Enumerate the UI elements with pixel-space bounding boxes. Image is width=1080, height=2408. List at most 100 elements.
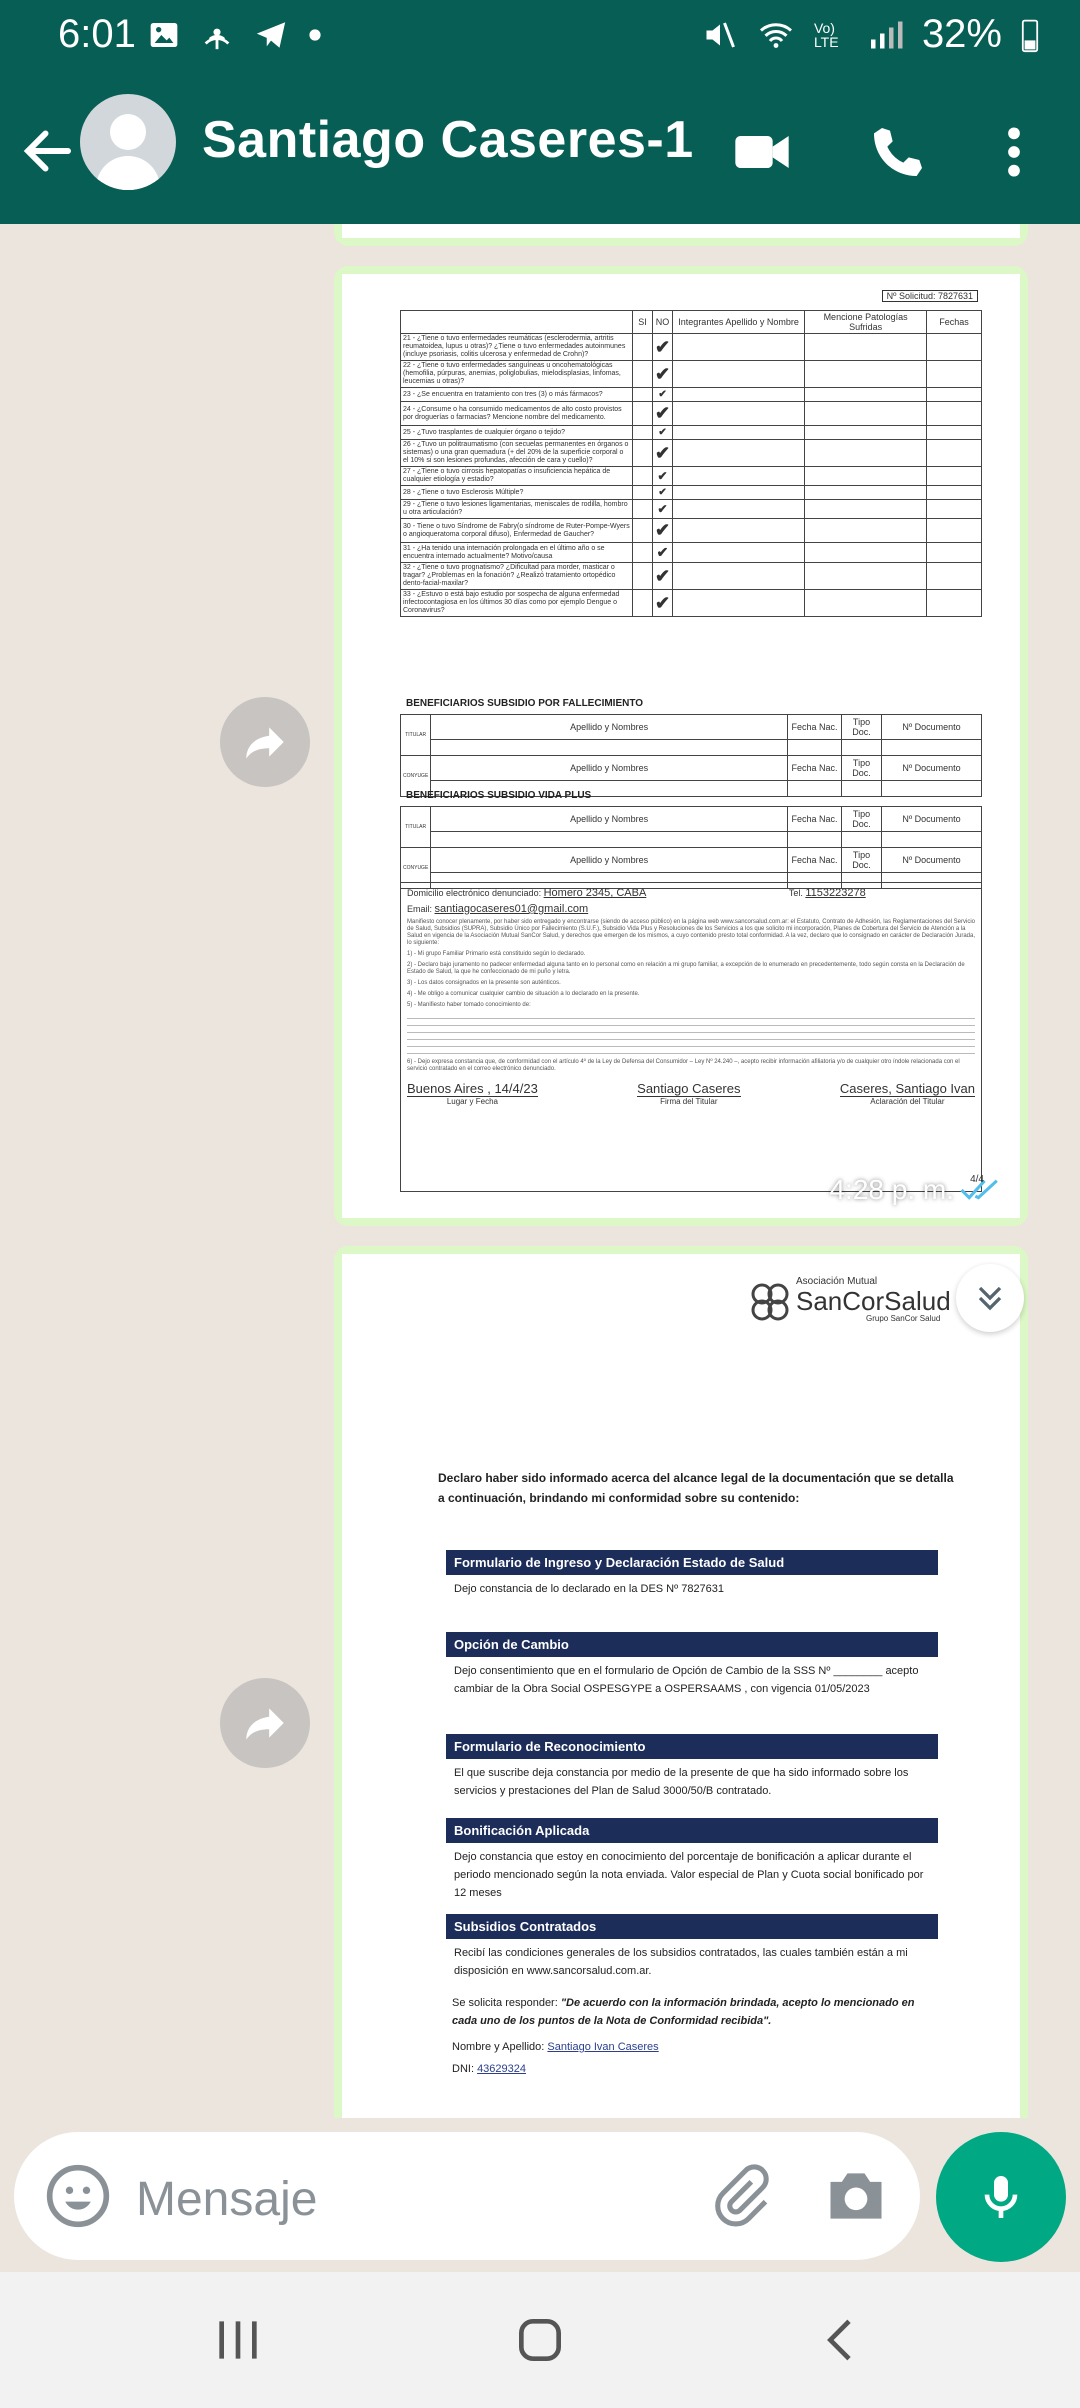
question-text: 25 - ¿Tuvo trasplantes de cualquier órga…	[400, 425, 633, 440]
form-block: Opción de Cambio Dejo consentimiento que…	[446, 1632, 938, 1703]
table-cell: Tipo Doc.	[841, 714, 882, 740]
status-time: 6:01	[58, 12, 136, 56]
tel-label: Tel.	[788, 888, 803, 898]
aclaracion-value: Caseres, Santiago Ivan	[839, 1081, 975, 1096]
contact-avatar[interactable]	[80, 94, 176, 190]
table-cell: Tipo Doc.	[841, 806, 882, 832]
home-icon[interactable]	[512, 2312, 568, 2368]
fine-print-filler	[407, 1013, 975, 1055]
health-declaration-page: Nº Solicitud: 7827631 SI NO Integrantes …	[396, 282, 986, 1192]
camera-icon[interactable]	[822, 2162, 890, 2230]
firma-value: Santiago Caseres	[637, 1081, 741, 1096]
side-label: TITULAR	[399, 714, 432, 756]
forward-button[interactable]	[220, 697, 310, 787]
gallery-icon	[150, 23, 178, 47]
volte-label: Vo) LTE	[813, 19, 839, 50]
table-row	[401, 739, 982, 756]
previous-image[interactable]	[342, 224, 1020, 238]
declaration-fine-print: Manifiesto conocer plenamente, por haber…	[407, 919, 976, 946]
response-label: Se solicita responder:	[452, 1997, 558, 2009]
dot-icon	[309, 29, 321, 41]
attach-icon[interactable]	[706, 2162, 774, 2230]
declaration-item: 1) - Mi grupo Familiar Primario está con…	[407, 951, 586, 957]
declaration-item: 3) - Los datos consignados en la present…	[407, 980, 561, 986]
no-checkmark: ✔	[651, 401, 674, 426]
back-nav-icon[interactable]	[814, 2312, 870, 2368]
top-bar: 6:01 Vo) LTE 32% Santiago Caseres-1...	[0, 0, 1080, 224]
sancorsalud-logo: Asociación Mutual SanCorSalud Grupo SanC…	[748, 1274, 951, 1334]
image-message-bubble[interactable]: Nº Solicitud: 7827631 SI NO Integrantes …	[334, 266, 1028, 1226]
block-text: Dejo constancia que estoy en conocimient…	[454, 1851, 924, 1899]
table-row: 32 - ¿Tiene o tuvo prognatismo? ¿Dificul…	[400, 562, 982, 590]
firma: Santiago Caseres Firma del Titular	[637, 1081, 741, 1106]
vida-plus-table: TITULAR Apellido y Nombres Fecha Nac. Tipo …	[399, 806, 982, 889]
chat-title[interactable]: Santiago Caseres-1...	[202, 110, 692, 170]
question-text: 29 - ¿Tiene o tuvo lesiones ligamentaria…	[400, 499, 633, 519]
block-heading: Formulario de Reconocimiento	[446, 1734, 938, 1759]
aclaracion-label: Aclaración del Titular	[839, 1096, 975, 1106]
table-cell: Fecha Nac.	[787, 714, 842, 740]
question-text: 21 - ¿Tiene o tuvo enfermedades reumátic…	[400, 333, 633, 361]
emoji-icon[interactable]	[44, 2162, 112, 2230]
si-col-header: SI	[632, 310, 653, 334]
no-checkmark: ✔	[651, 466, 674, 486]
table-cell: Nº Documento	[881, 755, 982, 781]
table-cell: Fecha Nac.	[787, 755, 842, 781]
no-col-header: NO	[651, 310, 674, 334]
table-header-row: SI NO Integrantes Apellido y Nombre Menc…	[400, 310, 982, 334]
question-text: 27 - ¿Tiene o tuvo cirrosis hepatopatías…	[400, 466, 633, 486]
block-heading: Formulario de Ingreso y Declaración Esta…	[446, 1550, 938, 1575]
previous-image-bubble[interactable]	[334, 224, 1028, 246]
table-cell: Apellido y Nombres	[430, 806, 788, 832]
mute-icon	[706, 21, 735, 48]
question-text: 26 - ¿Tuvo un politraumatismo (con secue…	[400, 439, 633, 467]
voice-call-icon[interactable]	[866, 120, 930, 184]
more-options-icon[interactable]	[988, 120, 1040, 184]
hotspot-icon	[204, 28, 230, 50]
recent-apps-icon[interactable]	[210, 2312, 266, 2368]
domicilio-box: Domicilio electrónico denunciado: Homero…	[400, 882, 982, 1192]
document-image[interactable]: Asociación Mutual SanCorSalud Grupo SanC…	[342, 1254, 1020, 2118]
system-nav-bar	[0, 2272, 1080, 2408]
battery-icon	[1021, 19, 1039, 52]
sancor-logo-icon	[751, 1283, 789, 1321]
table-row: CONYUGE Apellido y Nombres Fecha Nac. Tipo …	[399, 755, 982, 797]
table-cell: Apellido y Nombres	[430, 714, 788, 740]
table-row: 28 - ¿Tiene o tuvo Esclerosis Múltiple? ✔	[400, 485, 982, 500]
no-checkmark: ✔	[651, 542, 674, 563]
scroll-to-bottom-button[interactable]	[956, 1264, 1024, 1332]
video-call-icon[interactable]	[730, 120, 794, 184]
block-text: Dejo constancia de lo declarado en la DE…	[454, 1583, 725, 1595]
voice-message-button[interactable]	[936, 2132, 1066, 2262]
forward-icon	[246, 1708, 284, 1740]
no-checkmark: ✔	[651, 589, 674, 617]
status-right-icons: Vo) LTE 32%	[702, 12, 1040, 57]
table-cell: Nº Documento	[881, 714, 982, 740]
tel-value: 1153223278	[805, 887, 866, 899]
question-text: 33 - ¿Estuvo o está bajo estudio por sos…	[400, 589, 633, 617]
message-input[interactable]: Mensaje	[136, 2172, 317, 2227]
question-text: 23 - ¿Se encuentra en tratamiento con tr…	[400, 387, 633, 402]
fechas-col-header: Fechas	[926, 310, 982, 334]
table-row: 23 - ¿Se encuentra en tratamiento con tr…	[400, 387, 982, 402]
form-block: Bonificación Aplicada Dejo constancia qu…	[446, 1818, 938, 1907]
table-row: 27 - ¿Tiene o tuvo cirrosis hepatopatías…	[400, 466, 982, 486]
forward-button[interactable]	[220, 1678, 310, 1768]
integrantes-col-header: Integrantes Apellido y Nombre	[672, 310, 806, 334]
back-arrow-icon[interactable]	[18, 116, 78, 186]
question-text: 31 - ¿Ha tenido una internación prolonga…	[400, 542, 633, 563]
telegram-icon	[256, 22, 286, 48]
logo-name: SanCorSalud	[796, 1286, 951, 1316]
table-row	[401, 831, 982, 848]
chat-area[interactable]: Nº Solicitud: 7827631 SI NO Integrantes …	[0, 224, 1080, 2118]
dni-row: DNI: 43629324	[452, 2060, 942, 2078]
image-message-bubble[interactable]: Asociación Mutual SanCorSalud Grupo SanC…	[334, 1246, 1028, 2118]
vida-plus-heading: BENEFICIARIOS SUBSIDIO VIDA PLUS	[406, 790, 592, 801]
no-checkmark: ✔	[651, 439, 674, 467]
no-checkmark: ✔	[651, 360, 674, 388]
table-cell: Tipo Doc.	[841, 847, 882, 873]
no-checkmark: ✔	[651, 485, 674, 500]
document-image[interactable]: Nº Solicitud: 7827631 SI NO Integrantes …	[342, 274, 1020, 1218]
patologias-col-header: Mencione Patologías Sufridas	[804, 310, 928, 334]
form-block: Formulario de Ingreso y Declaración Esta…	[446, 1550, 938, 1603]
